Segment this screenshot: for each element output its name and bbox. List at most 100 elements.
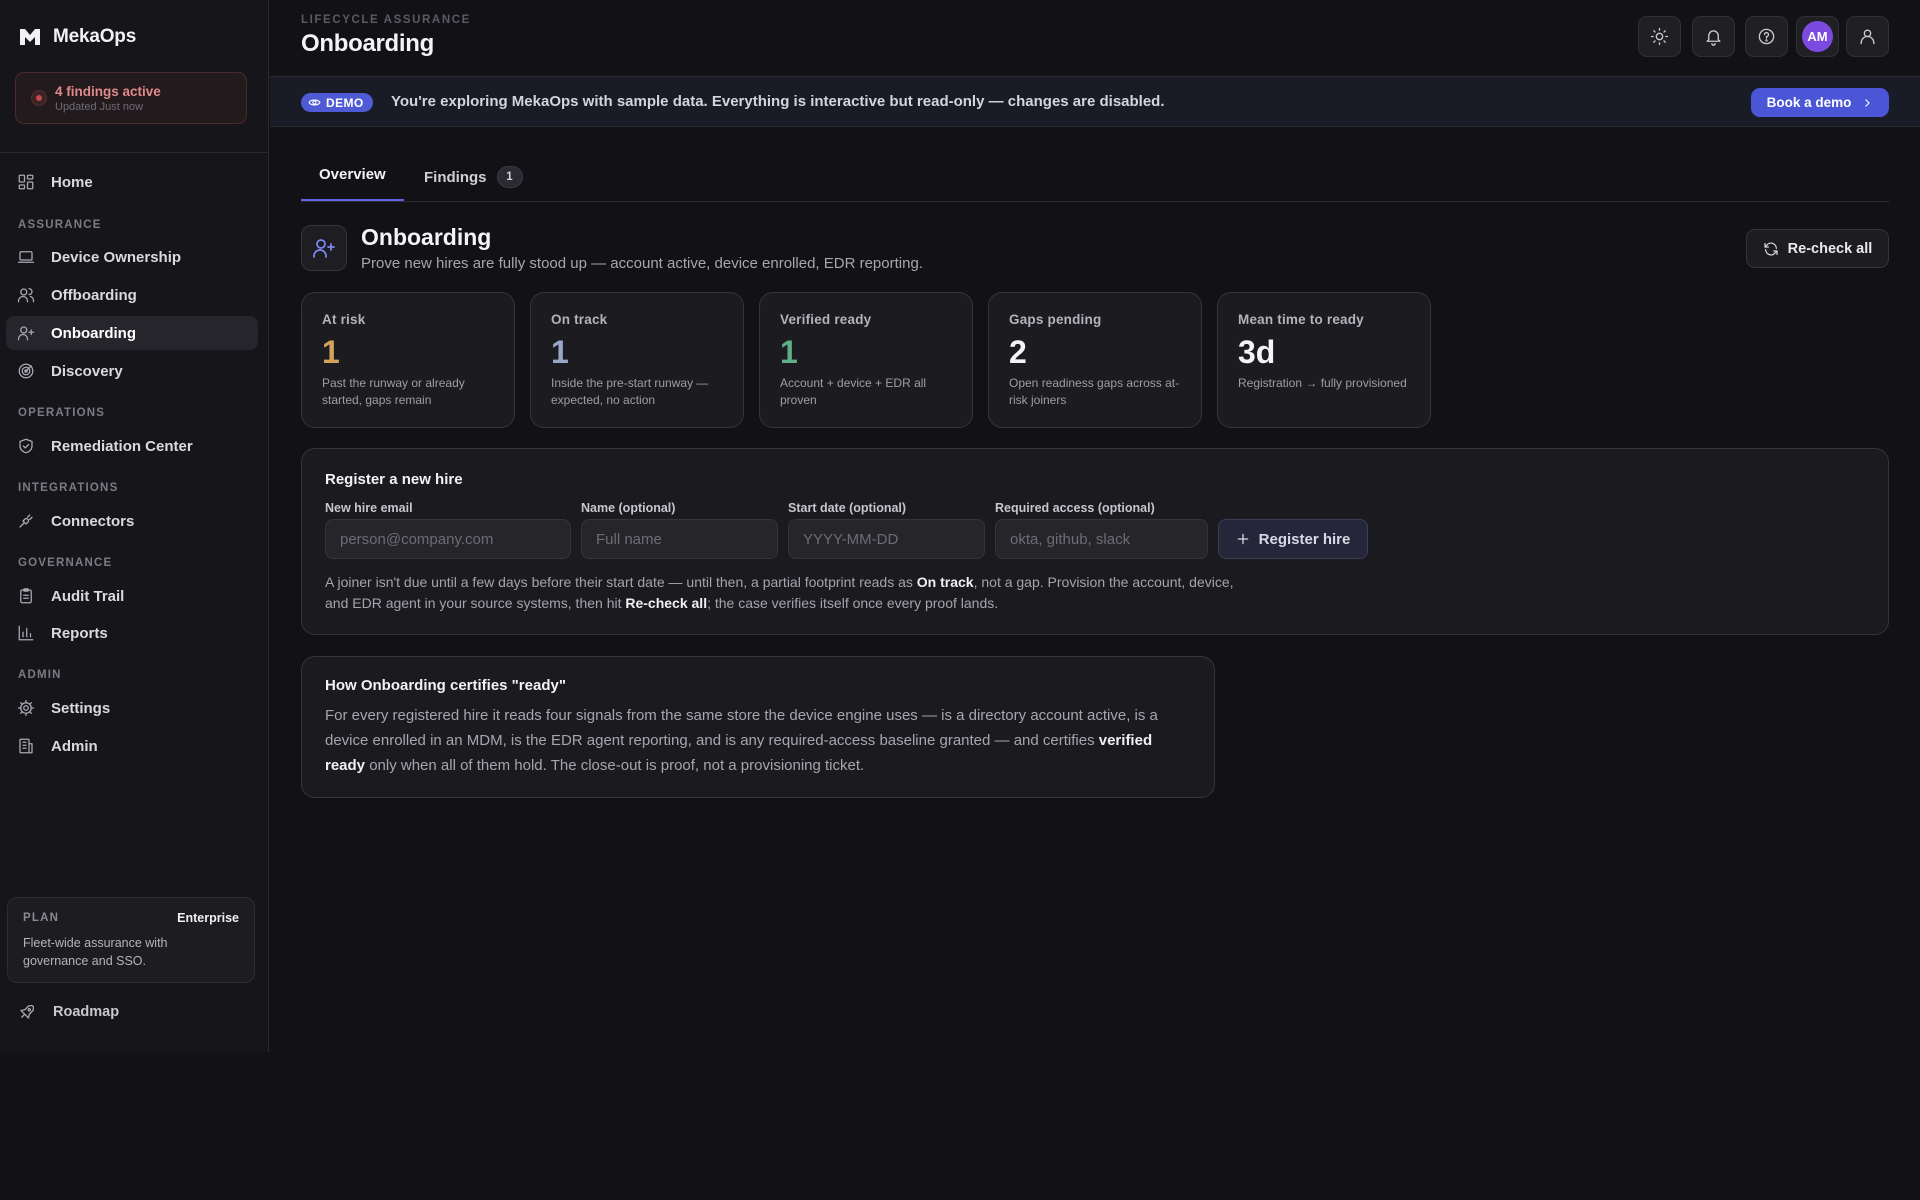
book-demo-button[interactable]: Book a demo bbox=[1751, 88, 1889, 117]
notifications-button[interactable] bbox=[1692, 16, 1735, 57]
stat-value: 1 bbox=[322, 334, 340, 370]
section-icon bbox=[301, 225, 347, 271]
recheck-all-button[interactable]: Re-check all bbox=[1746, 229, 1889, 268]
account-menu-button[interactable]: AM bbox=[1796, 16, 1839, 57]
plan-tier: Enterprise bbox=[177, 911, 239, 925]
book-demo-label: Book a demo bbox=[1766, 95, 1852, 110]
sidebar: MekaOps 4 findings active Updated Just n… bbox=[0, 0, 269, 1052]
roadmap-link[interactable]: Roadmap bbox=[18, 1003, 119, 1021]
plug-icon bbox=[19, 514, 33, 528]
help-button[interactable] bbox=[1745, 16, 1788, 57]
plus-icon bbox=[1237, 533, 1248, 545]
profile-button[interactable] bbox=[1846, 16, 1889, 57]
refresh-icon bbox=[1764, 242, 1778, 255]
nav-section-operations: OPERATIONS bbox=[18, 407, 106, 419]
recheck-all-label: Re-check all bbox=[1787, 240, 1873, 257]
sidebar-item-onboarding[interactable]: Onboarding bbox=[6, 316, 258, 350]
nav-section-integrations: INTEGRATIONS bbox=[18, 482, 119, 494]
on-track-term: On track bbox=[916, 574, 974, 590]
brand[interactable]: MekaOps bbox=[17, 24, 136, 50]
stat-card-gaps-pending[interactable]: Gaps pending 2 Open readiness gaps acros… bbox=[988, 292, 1202, 428]
stat-card-mean-time-to-ready[interactable]: Mean time to ready 3d Registration → ful… bbox=[1217, 292, 1431, 428]
stat-card-verified-ready[interactable]: Verified ready 1 Account + device + EDR … bbox=[759, 292, 973, 428]
shield-check-icon bbox=[19, 438, 33, 454]
nav-section-admin: ADMIN bbox=[18, 669, 62, 681]
chevron-right-icon bbox=[1865, 98, 1871, 107]
nav-section-assurance: ASSURANCE bbox=[18, 219, 102, 231]
sidebar-item-reports[interactable]: Reports bbox=[6, 616, 258, 650]
section-subtitle: Prove new hires are fully stood up — acc… bbox=[361, 255, 923, 272]
stat-card-at-risk[interactable]: At risk 1 Past the runway or already sta… bbox=[301, 292, 515, 428]
building-icon bbox=[19, 738, 33, 754]
sidebar-item-connectors[interactable]: Connectors bbox=[6, 504, 258, 538]
sidebar-item-home[interactable]: Home bbox=[6, 165, 258, 199]
stat-description: Inside the pre-start runway — expected, … bbox=[551, 376, 709, 407]
stat-card-on-track[interactable]: On track 1 Inside the pre-start runway —… bbox=[530, 292, 744, 428]
page-eyebrow: LIFECYCLE ASSURANCE bbox=[301, 14, 471, 26]
start-date-field-label: Start date (optional) bbox=[788, 501, 907, 515]
stat-value: 1 bbox=[780, 334, 798, 370]
gear-icon bbox=[17, 699, 35, 717]
how-it-works-panel: How Onboarding certifies "ready" For eve… bbox=[301, 656, 1215, 798]
sidebar-item-settings[interactable]: Settings bbox=[6, 691, 258, 725]
findings-count-badge: 1 bbox=[496, 166, 523, 188]
theme-toggle-button[interactable] bbox=[1638, 16, 1681, 57]
name-field[interactable] bbox=[581, 519, 778, 559]
brand-name: MekaOps bbox=[53, 26, 137, 47]
bell-icon bbox=[1706, 30, 1721, 46]
stat-value: 3d bbox=[1238, 334, 1276, 370]
sidebar-item-audit-trail[interactable]: Audit Trail bbox=[6, 579, 258, 613]
section-title: Onboarding bbox=[361, 224, 492, 250]
stat-label: Verified ready bbox=[780, 312, 872, 327]
users-icon bbox=[17, 287, 35, 303]
radar-icon bbox=[18, 363, 34, 379]
sidebar-item-remediation-center[interactable]: Remediation Center bbox=[6, 429, 258, 463]
register-hire-button[interactable]: Register hire bbox=[1218, 519, 1368, 559]
sidebar-item-offboarding[interactable]: Offboarding bbox=[6, 278, 258, 312]
sidebar-item-label: Audit Trail bbox=[51, 587, 125, 605]
stat-description: Past the runway or already started, gaps… bbox=[322, 376, 465, 407]
sidebar-item-discovery[interactable]: Discovery bbox=[6, 354, 258, 388]
stat-description: Open readiness gaps across at-risk joine… bbox=[1009, 376, 1180, 407]
eye-icon bbox=[308, 99, 321, 106]
register-hire-label: Register hire bbox=[1258, 530, 1351, 548]
tab-overview[interactable]: Overview bbox=[319, 166, 386, 183]
laptop-icon bbox=[17, 251, 35, 263]
mekaops-logo-icon bbox=[20, 29, 40, 45]
sidebar-item-admin[interactable]: Admin bbox=[6, 729, 258, 763]
demo-banner-text: You're exploring MekaOps with sample dat… bbox=[391, 93, 1165, 110]
findings-status-card[interactable]: 4 findings active Updated Just now bbox=[15, 72, 247, 124]
avatar: AM bbox=[1802, 21, 1833, 52]
nav-section-governance: GOVERNANCE bbox=[18, 557, 113, 569]
user-icon bbox=[1860, 29, 1875, 45]
recheck-all-term: Re-check all bbox=[625, 595, 708, 611]
stat-description: Account + device + EDR all proven bbox=[780, 376, 927, 407]
tab-findings[interactable]: Findings 1 bbox=[424, 166, 523, 188]
start-date-field[interactable] bbox=[788, 519, 985, 559]
how-it-works-title: How Onboarding certifies "ready" bbox=[325, 677, 566, 694]
sidebar-item-device-ownership[interactable]: Device Ownership bbox=[6, 240, 258, 274]
name-field-label: Name (optional) bbox=[581, 501, 676, 515]
findings-count: 4 findings active bbox=[55, 84, 161, 99]
sidebar-divider bbox=[0, 152, 269, 153]
email-field-label: New hire email bbox=[325, 501, 413, 515]
email-field[interactable] bbox=[325, 519, 571, 559]
user-plus-icon bbox=[313, 239, 335, 258]
sidebar-item-label: Reports bbox=[51, 624, 108, 642]
register-hint: A joiner isn't due until a few days befo… bbox=[325, 572, 1235, 614]
how-it-works-text: For every registered hire it reads four … bbox=[325, 703, 1195, 778]
stat-label: Gaps pending bbox=[1009, 312, 1102, 327]
findings-updated: Updated Just now bbox=[55, 101, 144, 113]
user-plus-icon bbox=[17, 326, 35, 341]
page-title: Onboarding bbox=[301, 30, 434, 57]
help-icon bbox=[1758, 28, 1775, 45]
stat-label: At risk bbox=[322, 312, 366, 327]
required-access-field[interactable] bbox=[995, 519, 1208, 559]
tab-findings-label: Findings bbox=[424, 168, 487, 186]
sidebar-item-label: Settings bbox=[51, 699, 111, 717]
roadmap-label: Roadmap bbox=[53, 1004, 120, 1020]
bar-chart-icon bbox=[18, 625, 34, 641]
stat-description: Registration → fully provisioned bbox=[1238, 376, 1407, 390]
demo-pill-label: DEMO bbox=[326, 95, 364, 110]
sidebar-item-label: Onboarding bbox=[51, 324, 136, 342]
